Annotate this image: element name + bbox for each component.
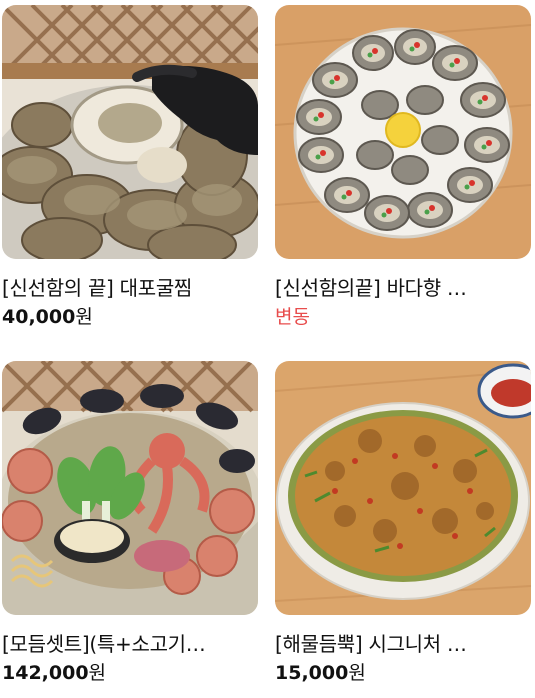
- product-price: 15,000원: [275, 661, 531, 685]
- product-image[interactable]: [275, 5, 531, 259]
- steamed-oysters-photo: [2, 5, 258, 259]
- price-unit: 원: [88, 662, 107, 684]
- product-image[interactable]: [275, 361, 531, 615]
- product-price: 142,000원: [2, 661, 258, 685]
- product-image[interactable]: [2, 5, 258, 259]
- product-name[interactable]: [신선함의 끝] 대포굴찜: [2, 275, 256, 301]
- product-name[interactable]: [해물듬뿍] 시그니처 …: [275, 631, 529, 657]
- product-card[interactable]: [모듬셋트](특+소고기… 142,000원: [2, 361, 258, 685]
- raw-oyster-platter-photo: [275, 5, 531, 259]
- product-name[interactable]: [모듬셋트](특+소고기…: [2, 631, 256, 657]
- product-price: 40,000원: [2, 305, 258, 329]
- seafood-pancake-photo: [275, 361, 531, 615]
- product-name[interactable]: [신선함의끝] 바다향 …: [275, 275, 529, 301]
- product-image[interactable]: [2, 361, 258, 615]
- product-grid: [신선함의 끝] 대포굴찜 40,000원 [신선함의끝] 바다향 … 변동 […: [0, 0, 535, 698]
- price-unit: 원: [348, 662, 366, 684]
- seafood-steamer-set-photo: [2, 361, 258, 615]
- price-unit: 원: [75, 306, 93, 328]
- price-value: 40,000: [2, 306, 76, 328]
- product-price: 변동: [275, 305, 531, 329]
- price-value: 142,000: [2, 662, 89, 684]
- product-card[interactable]: [신선함의 끝] 대포굴찜 40,000원: [2, 5, 258, 329]
- product-card[interactable]: [해물듬뿍] 시그니처 … 15,000원: [275, 361, 531, 685]
- product-card[interactable]: [신선함의끝] 바다향 … 변동: [275, 5, 531, 329]
- price-value: 15,000: [275, 662, 349, 684]
- price-variable-label: 변동: [275, 306, 310, 328]
